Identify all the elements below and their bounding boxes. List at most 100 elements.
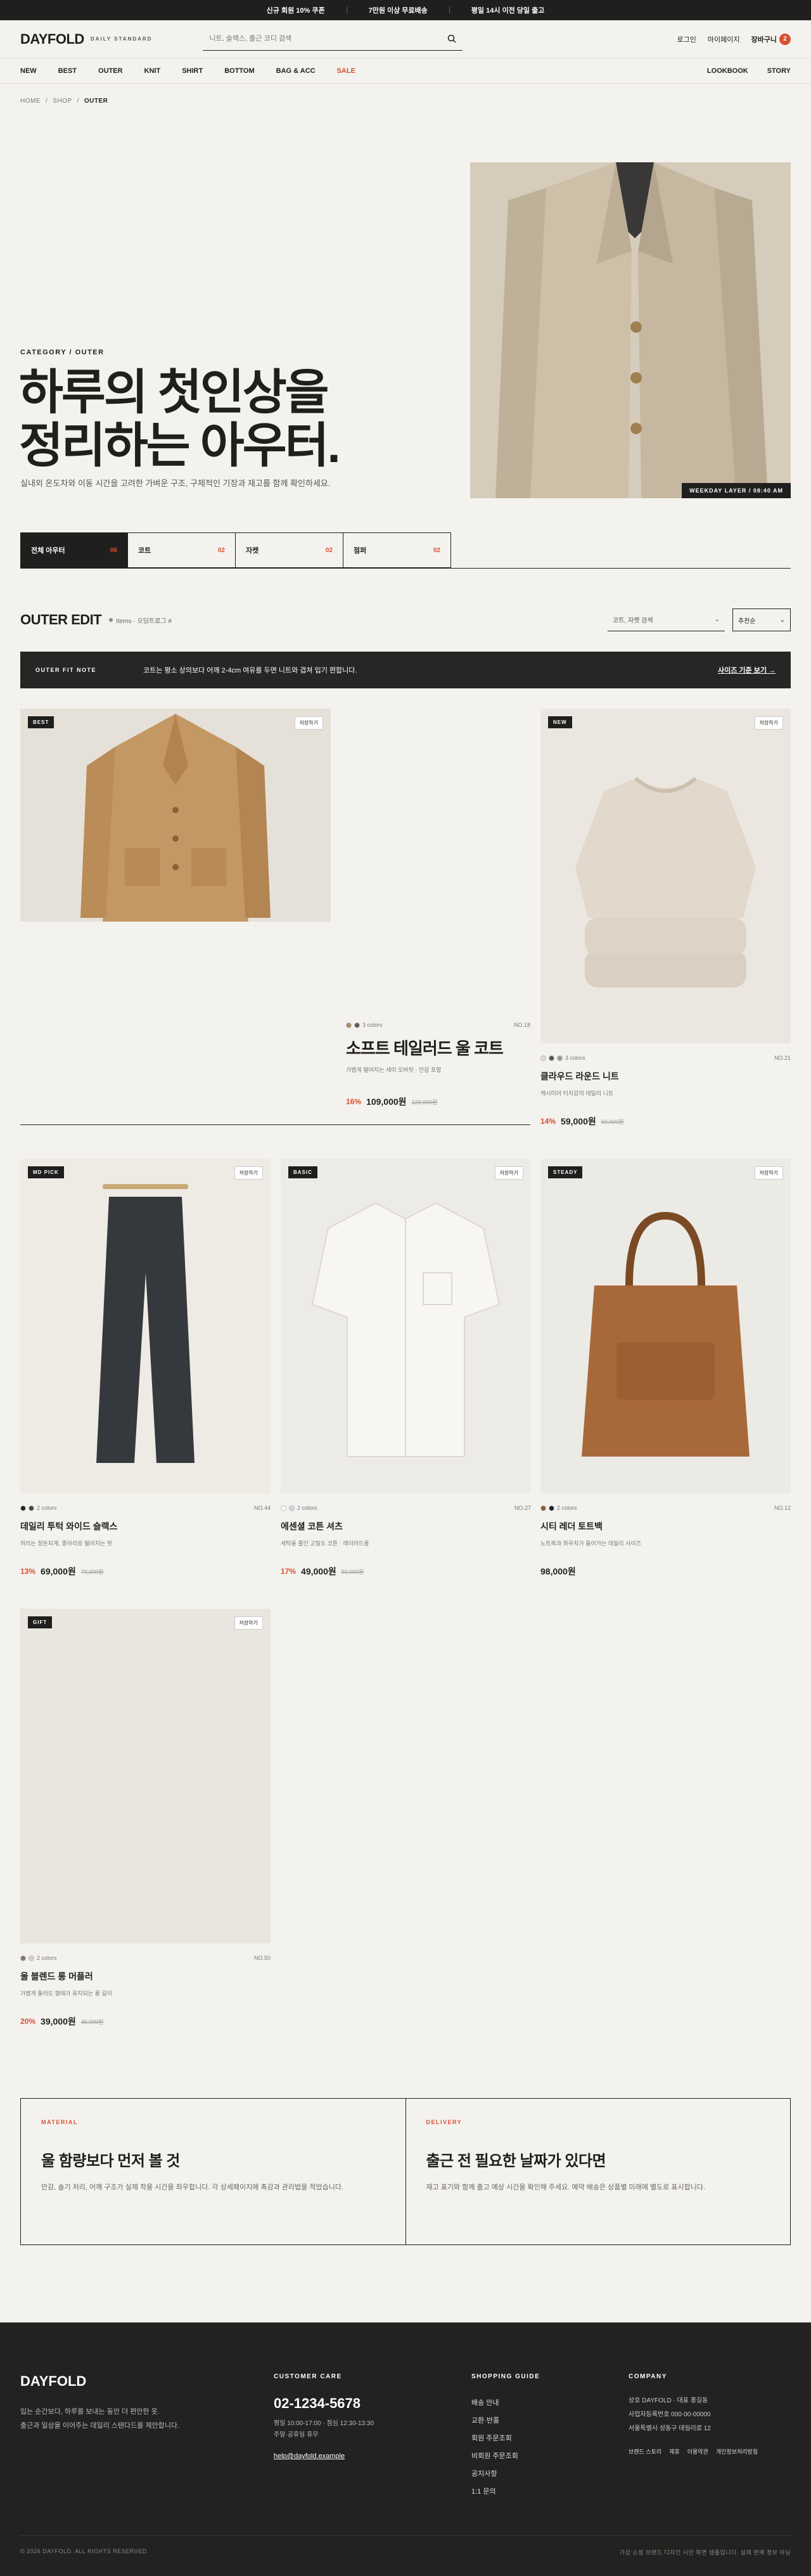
shirt-image xyxy=(281,1159,531,1493)
product-card[interactable]: MD PICK 저장하기 2 colors NO.44 데일리 투턱 와이드 슬… xyxy=(20,1159,271,1577)
wishlist-button[interactable]: 저장하기 xyxy=(494,1166,523,1180)
tab-jacket[interactable]: 자켓 02 xyxy=(236,532,343,568)
footer-link[interactable]: 비회원 주문조회 xyxy=(471,2447,540,2465)
footer-link[interactable]: 공지사항 xyxy=(471,2465,540,2483)
hero-image: WEEKDAY LAYER / 08:40 AM xyxy=(470,162,791,498)
footer-link[interactable]: 1:1 문의 xyxy=(471,2483,540,2501)
sort-select[interactable]: 추천순 ⌄ xyxy=(732,609,791,631)
swatch[interactable] xyxy=(549,1055,554,1061)
product-card[interactable]: BASIC 저장하기 2 colors NO.27 에센셜 코튼 셔츠 세탁을 … xyxy=(281,1159,531,1577)
swatch[interactable] xyxy=(540,1505,546,1511)
nav-item-bottom[interactable]: BOTTOM xyxy=(224,67,254,75)
chevron-down-icon: ⌄ xyxy=(714,616,720,623)
swatch[interactable] xyxy=(557,1055,563,1061)
phone-number[interactable]: 02-1234-5678 xyxy=(274,2395,374,2412)
product-card[interactable]: STEADY 저장하기 2 colors NO.12 시티 레더 토트백 노트북… xyxy=(540,1159,791,1577)
tab-all-outer[interactable]: 전체 아우터 06 xyxy=(20,532,128,568)
hero-title-line1: 하루의 첫인상을 xyxy=(19,366,329,420)
tab-label: 전체 아우터 xyxy=(31,547,65,555)
color-swatches: 2 colors xyxy=(20,1955,271,1961)
wishlist-button[interactable]: 저장하기 xyxy=(234,1616,263,1630)
nav-item-shirt[interactable]: SHIRT xyxy=(182,67,203,75)
swatch[interactable] xyxy=(29,1955,34,1961)
list-meta: Items · 오딩트로그 # xyxy=(109,615,172,625)
email-link[interactable]: help@dayfold.example xyxy=(274,2452,374,2460)
hero-title-line2: 정리하는 아우터. xyxy=(19,419,341,473)
hero-kicker: CATEGORY / OUTER xyxy=(20,349,105,356)
swatch[interactable] xyxy=(289,1505,295,1511)
sale-price: 69,000원 xyxy=(41,1566,76,1576)
discount-rate: 14% xyxy=(540,1117,556,1126)
notice-dispatch: 평일 14시 이전 당일 출고 xyxy=(471,7,545,15)
info-text: 재고 표기와 함께 출고 예상 시간을 확인해 주세요. 예약 배송은 상품별 … xyxy=(426,2184,706,2191)
footer-link[interactable]: 배송 안내 xyxy=(471,2394,540,2412)
wishlist-button[interactable]: 저장하기 xyxy=(294,716,323,730)
nav-item-new[interactable]: NEW xyxy=(20,67,37,75)
nav-item-sale[interactable]: SALE xyxy=(337,67,355,75)
tab-jumper[interactable]: 점퍼 02 xyxy=(343,532,451,568)
swatch[interactable] xyxy=(20,1505,26,1511)
company-info: COMPANY 상호 DAYFOLD · 대표 홍길동 사업자등록번호 000-… xyxy=(629,2373,758,2456)
cart-link[interactable]: 장바구니 2 xyxy=(751,33,791,45)
breadcrumb-separator: / xyxy=(77,97,79,105)
login-link[interactable]: 로그인 xyxy=(677,34,696,44)
nav-item-story[interactable]: STORY xyxy=(767,67,791,75)
product-card[interactable]: GIFT 저장하기 2 colors NO.50 울 블렌드 롱 머플러 가볍게… xyxy=(20,1609,271,2027)
wishlist-button[interactable]: 저장하기 xyxy=(754,716,783,730)
breadcrumb-home[interactable]: HOME xyxy=(20,98,41,105)
wishlist-button[interactable]: 저장하기 xyxy=(754,1166,783,1180)
product-card[interactable]: BEST 저장하기 3 colors NO.18 소프트 테일러드 울 코트 가… xyxy=(20,709,530,1127)
logo[interactable]: DAYFOLD xyxy=(20,31,84,48)
mypage-link[interactable]: 마이페이지 xyxy=(708,34,740,44)
nav-item-best[interactable]: BEST xyxy=(58,67,77,75)
swatch[interactable] xyxy=(549,1505,554,1511)
swatch[interactable] xyxy=(346,1022,352,1028)
nav-item-outer[interactable]: OUTER xyxy=(98,67,123,75)
info-text: 안감, 솔기 처리, 어깨 구조가 실제 착용 시간을 좌우합니다. 각 상세페… xyxy=(41,2184,343,2191)
list-meta-text: Items · 오딩트로그 # xyxy=(116,617,172,625)
swatch[interactable] xyxy=(281,1505,286,1511)
swatch[interactable] xyxy=(540,1055,546,1061)
product-info: 2 colors NO.50 울 블렌드 롱 머플러 가볍게 둘러도 형태가 유… xyxy=(20,1955,271,2028)
nav-item-knit[interactable]: KNIT xyxy=(144,67,161,75)
tab-coat[interactable]: 코트 02 xyxy=(128,532,236,568)
footer-link[interactable]: 교환·반품 xyxy=(471,2412,540,2430)
swatch[interactable] xyxy=(29,1505,34,1511)
footer-link[interactable]: 회원 주문조회 xyxy=(471,2430,540,2447)
product-sku: NO.12 xyxy=(774,1505,791,1511)
swatch[interactable] xyxy=(20,1955,26,1961)
company-line: 상호 DAYFOLD · 대표 홍길동 xyxy=(629,2397,708,2404)
color-swatches: 2 colors xyxy=(281,1505,531,1511)
featured-divider xyxy=(20,1124,530,1125)
color-swatches: 2 colors xyxy=(540,1505,791,1511)
site-header: DAYFOLD DAILY STANDARD 로그인 마이페이지 장바구니2 xyxy=(0,20,811,58)
search-input[interactable] xyxy=(209,35,438,42)
footer-link[interactable]: 브랜드 스토리 xyxy=(629,2447,661,2456)
footer-link[interactable]: 이용약관 xyxy=(687,2447,708,2456)
product-image: MD PICK 저장하기 xyxy=(20,1159,271,1493)
product-name: 울 블렌드 롱 머플러 xyxy=(20,1971,93,1981)
sale-price: 49,000원 xyxy=(301,1566,336,1576)
product-card[interactable]: NEW 저장하기 3 colors NO.21 클라우드 라운드 니트 캐시미어… xyxy=(540,709,791,1127)
discount-rate: 17% xyxy=(281,1567,297,1576)
footer-link[interactable]: 제휴 xyxy=(669,2447,680,2456)
wishlist-button[interactable]: 저장하기 xyxy=(234,1166,263,1180)
footer-logo[interactable]: DAYFOLD xyxy=(20,2373,86,2390)
size-guide-link[interactable]: 사이즈 기준 보기 → xyxy=(718,665,776,675)
filter-select[interactable]: 코트, 자켓 검색 ⌄ xyxy=(608,609,725,631)
search-icon[interactable] xyxy=(447,34,456,43)
footer-link[interactable]: 개인정보처리방침 xyxy=(716,2447,758,2456)
list-title: OUTER EDIT xyxy=(20,612,102,628)
color-swatches: 3 colors xyxy=(540,1055,791,1061)
price-row: 98,000원 xyxy=(540,1565,791,1578)
slacks-image xyxy=(20,1159,271,1493)
swatch[interactable] xyxy=(354,1022,360,1028)
price-row: 17% 49,000원 59,000원 xyxy=(281,1565,531,1578)
tab-label: 점퍼 xyxy=(354,547,367,555)
breadcrumb-shop[interactable]: SHOP xyxy=(53,98,72,105)
product-badge: BASIC xyxy=(288,1166,317,1178)
cart-label: 장바구니 xyxy=(751,35,777,44)
nav-item-lookbook[interactable]: LOOKBOOK xyxy=(707,67,748,75)
color-count: 2 colors xyxy=(297,1505,317,1511)
nav-item-bag-acc[interactable]: BAG & ACC xyxy=(276,67,316,75)
